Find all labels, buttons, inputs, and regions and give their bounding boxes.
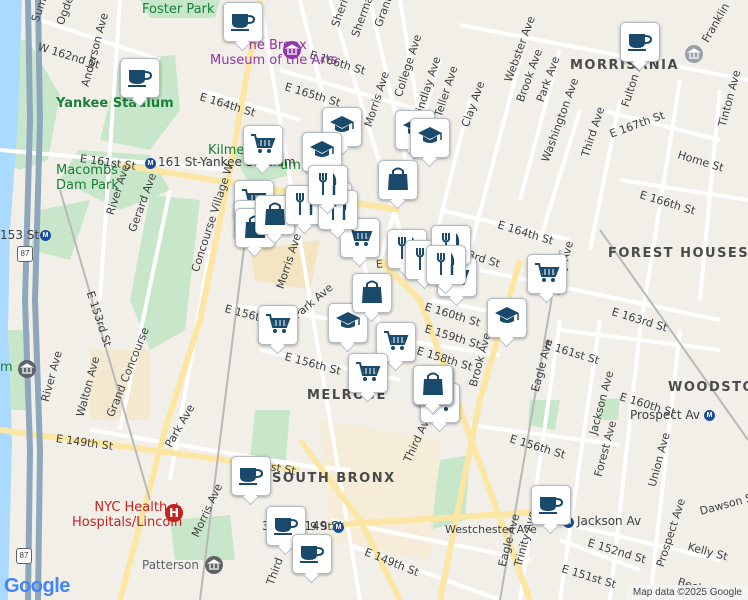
poi-patterson[interactable]: Patterson bbox=[142, 558, 199, 572]
cafe-map-marker[interactable] bbox=[120, 58, 160, 98]
museum-icon[interactable] bbox=[283, 41, 301, 59]
svg-text:H: H bbox=[169, 506, 179, 520]
shopping-bag-map-marker[interactable] bbox=[413, 365, 453, 405]
subway-icon[interactable]: M bbox=[333, 522, 344, 533]
restaurant-map-marker[interactable] bbox=[308, 165, 348, 205]
google-logo: Google bbox=[4, 575, 70, 597]
station-153st[interactable]: 153 St bbox=[0, 228, 39, 242]
place-yankee-stadium[interactable]: Yankee Stadium bbox=[56, 96, 174, 111]
poi-bronx-museum[interactable]: The Bronx Museum of the Arts bbox=[210, 38, 338, 68]
cafe-map-marker[interactable] bbox=[620, 22, 660, 62]
landmark-icon-w[interactable] bbox=[18, 360, 36, 378]
park-foster[interactable]: Foster Park bbox=[142, 2, 214, 17]
station-jackson-av[interactable]: Jackson Av bbox=[577, 514, 641, 528]
place-left-partial: m bbox=[0, 360, 13, 375]
neighborhood-woodstock: WOODSTOCK bbox=[668, 380, 748, 395]
school-map-marker[interactable] bbox=[410, 118, 450, 158]
grocery-map-marker[interactable] bbox=[243, 125, 283, 165]
landmark-icon[interactable] bbox=[205, 556, 223, 574]
hospital-icon[interactable]: H bbox=[165, 504, 183, 522]
shopping-bag-map-marker[interactable] bbox=[378, 160, 418, 200]
map-attribution[interactable]: Map data ©2025 Google bbox=[626, 585, 748, 600]
restaurant-map-marker[interactable] bbox=[426, 245, 466, 285]
grocery-map-marker[interactable] bbox=[348, 353, 388, 393]
map-canvas[interactable]: W 162nd St Ogden Summit Anderson Ave E 1… bbox=[0, 0, 748, 600]
cafe-map-marker[interactable] bbox=[531, 485, 571, 525]
station-prospect[interactable]: Prospect Av bbox=[630, 408, 700, 422]
cafe-map-marker[interactable] bbox=[292, 534, 332, 574]
neighborhood-south-bronx: SOUTH BRONX bbox=[272, 471, 396, 486]
neighborhood-forest-houses: FOREST HOUSES bbox=[608, 246, 748, 261]
park-macombs-dam[interactable]: Macombs Dam Park bbox=[56, 163, 119, 193]
highway-shield-87-s: 87 bbox=[16, 548, 32, 564]
highway-shield-87: 87 bbox=[17, 246, 33, 262]
grocery-map-marker[interactable] bbox=[527, 254, 567, 294]
subway-icon[interactable]: M bbox=[145, 158, 156, 169]
subway-icon[interactable]: M bbox=[704, 410, 715, 421]
shopping-bag-map-marker[interactable] bbox=[352, 273, 392, 313]
landmark-icon-nw[interactable] bbox=[685, 45, 703, 63]
subway-icon[interactable]: M bbox=[40, 230, 51, 241]
grocery-map-marker[interactable] bbox=[258, 305, 298, 345]
cafe-map-marker[interactable] bbox=[223, 2, 263, 42]
cafe-map-marker[interactable] bbox=[231, 456, 271, 496]
school-map-marker[interactable] bbox=[487, 298, 527, 338]
